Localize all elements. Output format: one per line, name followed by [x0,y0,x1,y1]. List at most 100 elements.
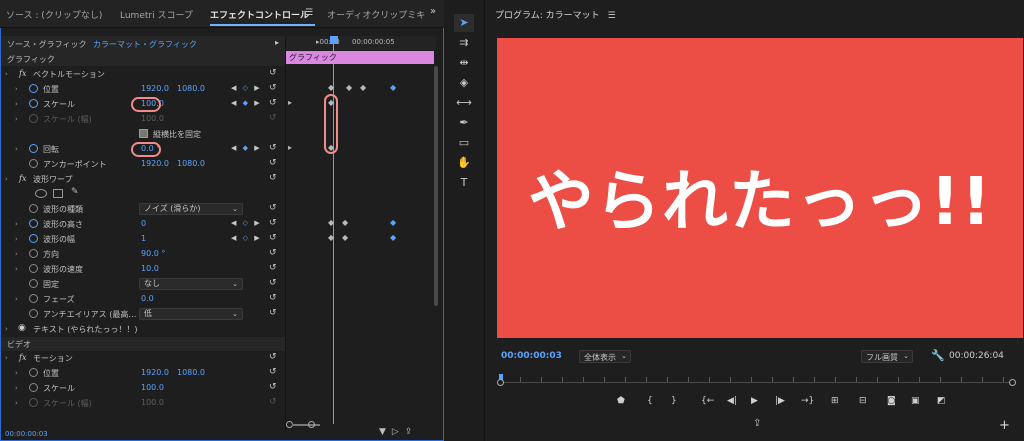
current-timecode[interactable]: 00:00:00:03 [5,430,48,438]
effect-motion[interactable]: › fx モーション ↺ [1,351,285,366]
lift-icon[interactable]: ⊞ [831,396,839,406]
reset-icon[interactable]: ↺ [269,308,277,318]
reset-icon[interactable]: ↺ [269,382,277,392]
eye-icon[interactable]: ◉ [18,323,26,333]
pen-tool-icon[interactable]: ✒ [454,114,474,132]
playhead-timecode[interactable]: 00:00:00:03 [501,351,562,361]
fx-icon[interactable]: fx [19,353,26,362]
position-y-value[interactable]: 1080.0 [177,84,205,93]
effect-timeline[interactable]: ▸00:00 00:00:00:05 グラフィック ◆ ◆ ◆ ◆ ▸ ◆ ▸ … [285,36,438,431]
button-editor-plus-icon[interactable]: + [999,418,1010,433]
keyframe-nav[interactable]: ◀ ◇ ▶ [231,84,262,92]
export-frame-icon[interactable]: ⇪ [405,427,419,437]
reset-icon[interactable]: ↺ [269,263,277,273]
zoom-knob-right[interactable] [1009,379,1016,386]
ripple-edit-tool-icon[interactable]: ⇹ [454,54,474,72]
zoom-level-dropdown[interactable]: 全体表示 ⌄ [579,350,631,363]
show-timeline-toggle[interactable]: ▸ [275,38,279,47]
playhead-handle[interactable] [330,36,338,44]
expand-icon[interactable]: › [15,145,18,153]
razor-tool-icon[interactable]: ◈ [454,74,474,92]
expand-icon[interactable]: › [15,384,18,392]
expand-icon[interactable]: › [15,369,18,377]
go-to-out-icon[interactable]: →} [801,396,814,406]
stopwatch-icon[interactable] [29,204,38,213]
video-position-x-value[interactable]: 1920.0 [141,368,169,377]
slip-tool-icon[interactable]: ⟷ [454,94,474,112]
expand-icon[interactable]: › [15,100,18,108]
stopwatch-icon[interactable] [29,159,38,168]
add-marker-icon[interactable]: ⬟ [617,396,625,406]
position-x-value[interactable]: 1920.0 [141,84,169,93]
stopwatch-icon[interactable] [29,144,38,153]
video-preview[interactable]: やられたっっ!! [497,38,1023,338]
mark-out-icon[interactable]: } [671,396,677,406]
zoom-track[interactable] [292,424,320,426]
reset-icon[interactable]: ↺ [269,98,277,108]
stopwatch-icon[interactable] [29,368,38,377]
play-icon[interactable]: ▶ [751,396,758,406]
zoom-knob-right[interactable] [308,421,315,428]
expand-icon[interactable]: › [15,85,18,93]
keyframe-marker[interactable]: ◆ [342,233,348,242]
mark-in-icon[interactable]: { [647,396,653,406]
stopwatch-icon[interactable] [29,279,38,288]
direction-value[interactable]: 90.0 ° [141,249,165,258]
selection-tool-icon[interactable]: ➤ [454,14,474,32]
graphic-clip-bar[interactable]: グラフィック [286,51,434,64]
scrub-track[interactable] [499,382,1015,383]
play-audio-icon[interactable]: ▷ [392,427,405,437]
vertical-scrollbar[interactable] [434,66,438,306]
pinning-dropdown[interactable]: なし ⌄ [139,278,243,290]
reset-icon[interactable]: ↺ [269,278,277,288]
wrench-icon[interactable]: 🔧 [931,349,945,362]
step-back-icon[interactable]: ◀| [727,396,737,406]
keyframe-nav[interactable]: ◀ ◇ ▶ [231,234,262,242]
reset-icon[interactable]: ↺ [269,248,277,258]
step-forward-icon[interactable]: |▶ [775,396,785,406]
expand-icon[interactable]: › [5,175,8,183]
tab-effect-controls[interactable]: エフェクトコントロール [210,8,309,21]
zoom-knob-left[interactable] [497,379,504,386]
wave-speed-value[interactable]: 10.0 [141,264,159,273]
reset-icon[interactable]: ↺ [269,367,277,377]
expand-icon[interactable]: › [15,235,18,243]
anchor-x-value[interactable]: 1920.0 [141,159,169,168]
keyframe-nav[interactable]: ◀ ◇ ▶ [231,219,262,227]
video-scale-value[interactable]: 100.0 [141,383,164,392]
stopwatch-icon[interactable] [29,219,38,228]
program-scrub-bar[interactable] [497,374,1016,386]
fx-icon[interactable]: fx [19,174,26,183]
stopwatch-icon[interactable] [29,99,38,108]
tab-audio-clip-mixer[interactable]: オーディオクリップミキ [327,8,425,21]
effect-wave-warp[interactable]: › fx 波形ワープ ↺ [1,172,285,187]
stopwatch-icon[interactable] [29,294,38,303]
keyframe-marker[interactable]: ◆ [390,218,396,227]
expand-icon[interactable]: › [15,295,18,303]
expand-icon[interactable]: › [15,220,18,228]
antialias-dropdown[interactable]: 低 ⌄ [139,308,243,320]
expand-icon[interactable]: › [5,325,8,333]
reset-icon[interactable]: ↺ [269,233,277,243]
track-select-tool-icon[interactable]: ⇉ [454,34,474,52]
compare-view-icon[interactable]: ▣ [911,396,920,406]
keyframe-marker[interactable]: ◆ [390,233,396,242]
hand-tool-icon[interactable]: ✋ [454,154,474,172]
export-icon[interactable]: ⇪ [753,418,761,429]
keyframe-nav[interactable]: ◀ ◆ ▶ [231,99,262,107]
rectangle-tool-icon[interactable]: ▭ [454,134,474,152]
camera-icon[interactable]: ◙ [887,396,896,406]
keyframe-nav[interactable]: ◀ ◆ ▶ [231,144,262,152]
type-tool-icon[interactable]: T [454,174,474,192]
keyframe-marker[interactable]: ◆ [346,83,352,92]
playback-resolution-dropdown[interactable]: フル画質 ⌄ [861,350,913,363]
reset-icon[interactable]: ↺ [269,203,277,213]
stopwatch-icon[interactable] [29,249,38,258]
keyframe-marker[interactable]: ◆ [328,233,334,242]
anchor-y-value[interactable]: 1080.0 [177,159,205,168]
panel-menu-icon[interactable]: ☰ [305,8,313,18]
reset-icon[interactable]: ↺ [269,143,277,153]
reset-icon[interactable]: ↺ [269,83,277,93]
ellipse-mask-icon[interactable] [35,189,47,198]
clip-selector[interactable]: ソース・グラフィック カラーマット・グラフィック ▸ [1,36,285,52]
